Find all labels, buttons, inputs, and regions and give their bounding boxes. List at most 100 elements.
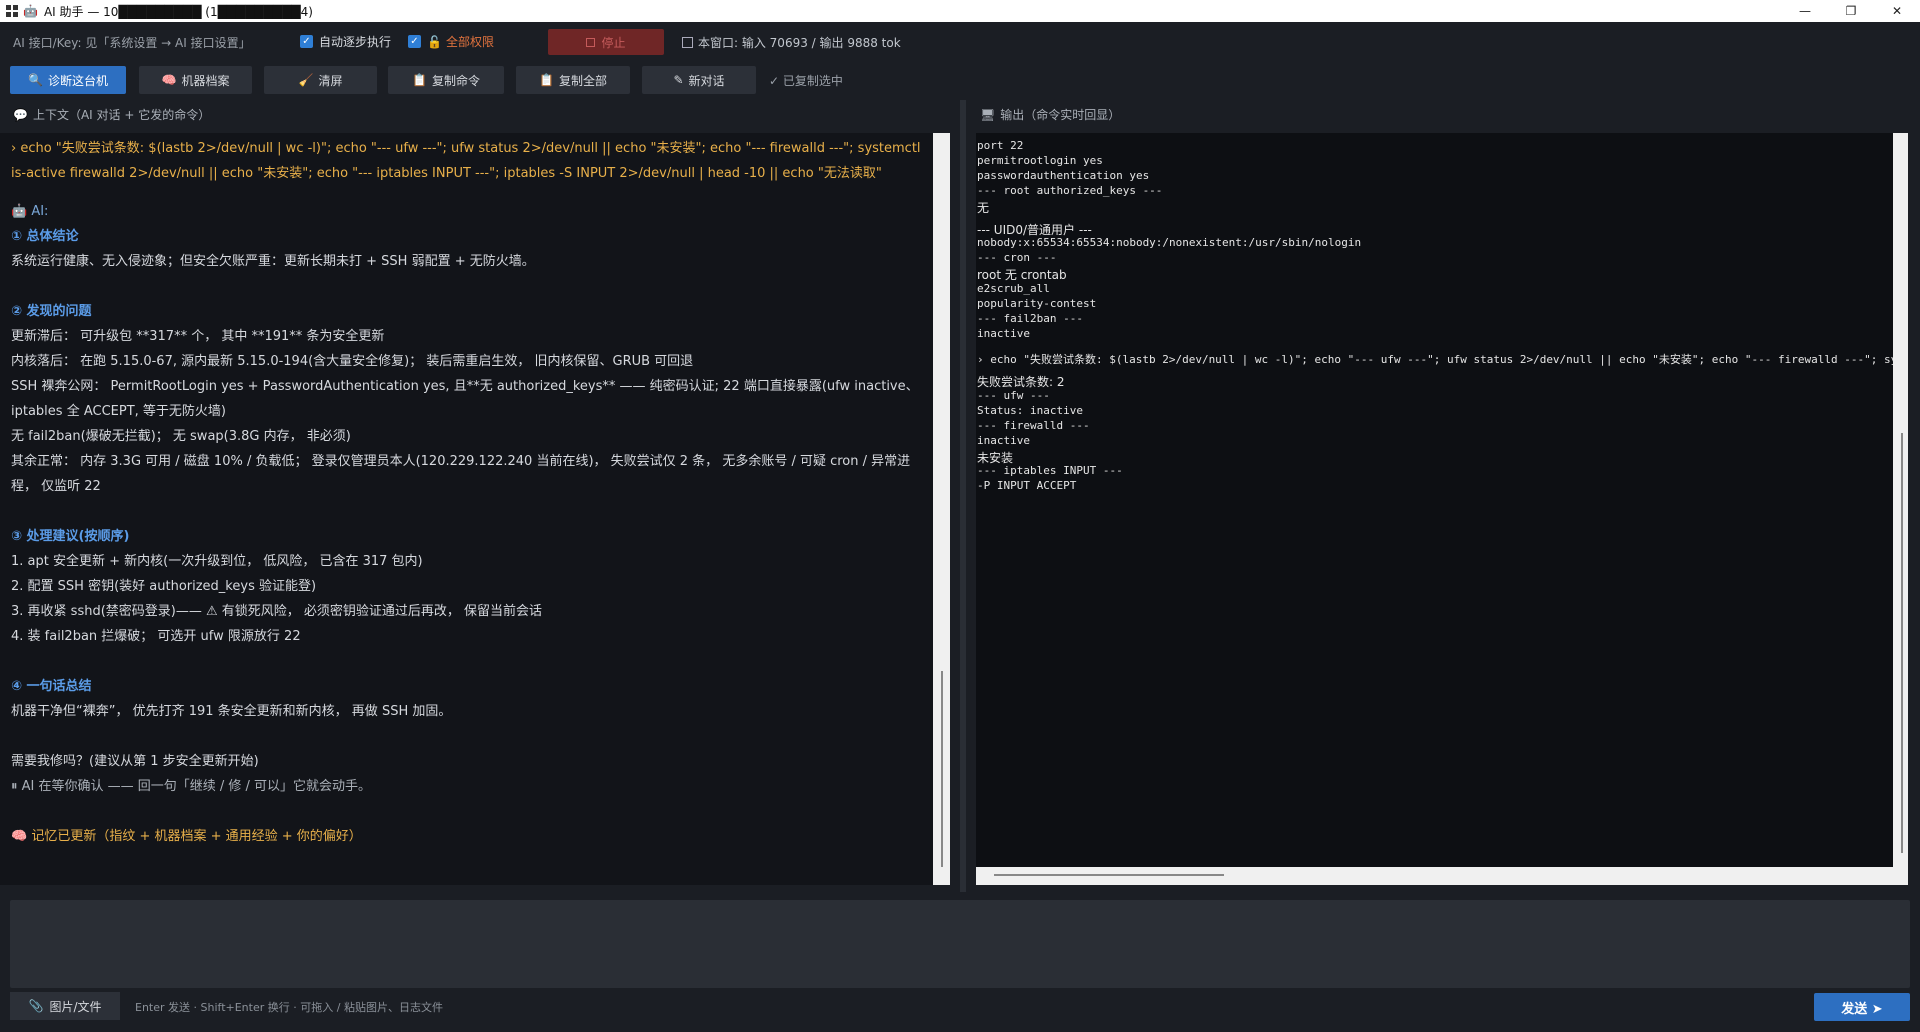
terminal-line: 失败尝试条数: 2 [977, 375, 1065, 389]
message-text: 需要我修吗？(建议从第 1 步安全更新开始) [11, 754, 259, 769]
context-header-text: 上下文（AI 对话 + 它发的命令） [32, 108, 211, 122]
section-heading: ③ 处理建议(按顺序) [11, 529, 130, 544]
output-horizontal-scrollbar[interactable] [976, 867, 1893, 885]
bottom-bar: 📎 图片/文件 Enter 发送 · Shift+Enter 换行 · 可拖入 … [0, 990, 1920, 1021]
stop-button[interactable]: 停止 [548, 29, 664, 55]
terminal-line: Status: inactive [977, 404, 1083, 417]
window-title: AI 助手 — 10█████████ (1█████████4) [43, 4, 313, 19]
terminal-line: inactive [977, 434, 1030, 447]
message-text: 无 fail2ban(爆破无拦截)； 无 swap(3.8G 内存， 非必须) [11, 429, 351, 444]
diagnose-button[interactable]: 🔍 诊断这台机 [10, 66, 126, 94]
terminal-line: inactive [977, 327, 1030, 340]
broom-icon: 🧹 [298, 73, 314, 87]
api-key-hint: AI 接口/Key: 见「系统设置 → AI 接口设置」 [13, 36, 251, 50]
section-heading: ④ 一句话总结 [11, 679, 92, 694]
diagnose-label: 诊断这台机 [47, 73, 108, 88]
checkmark-icon: ✓ [300, 35, 313, 48]
copied-status: ✓ 已复制选中 [769, 74, 843, 88]
terminal-line: port 22 [977, 139, 1024, 152]
message-text: 机器干净但“裸奔”， 优先打齐 191 条安全更新和新内核， 再做 SSH 加固… [11, 704, 452, 719]
close-button[interactable]: ✕ [1874, 0, 1920, 22]
machine-profile-button[interactable]: 🧠 机器档案 [139, 66, 252, 94]
minimize-button[interactable]: — [1782, 0, 1828, 22]
conversation-content: › echo "失败尝试条数: $(lastb 2>/dev/null | wc… [11, 136, 931, 849]
scrollbar-thumb[interactable] [941, 671, 943, 867]
full-permission-checkbox[interactable]: ✓ 🔓 全部权限 [408, 33, 494, 50]
conversation-panel[interactable]: › echo "失败尝试条数: $(lastb 2>/dev/null | wc… [0, 133, 950, 885]
message-input[interactable] [10, 900, 1910, 988]
machine-profile-label: 机器档案 [181, 73, 230, 88]
conversation-scrollbar[interactable] [933, 133, 950, 885]
copy-all-button[interactable]: 📋 复制全部 [516, 66, 630, 94]
terminal-line: root 无 crontab [977, 268, 1067, 282]
attach-file-button[interactable]: 📎 图片/文件 [10, 992, 120, 1020]
terminal-line: --- firewalld --- [977, 419, 1090, 432]
terminal-line: --- ufw --- [977, 389, 1050, 402]
toolbar: 🔍 诊断这台机 🧠 机器档案 🧹 清屏 📋 复制命令 📋 复制全部 ✎ 新对话 … [0, 66, 1920, 94]
terminal-line: -P INPUT ACCEPT [977, 479, 1077, 492]
maximize-button[interactable]: ❐ [1828, 0, 1874, 22]
scrollbar-thumb[interactable] [1901, 433, 1903, 853]
ai-label: 🤖 AI: [11, 204, 49, 219]
terminal-line: --- cron --- [977, 251, 1057, 264]
unlock-icon: 🔓 [427, 34, 442, 49]
output-header-text: 输出（命令实时回显） [1000, 108, 1121, 122]
title-bar: 🤖 AI 助手 — 10█████████ (1█████████4) — ❐ … [0, 0, 1920, 22]
copy-command-label: 复制命令 [431, 73, 480, 88]
auto-step-checkbox[interactable]: ✓ 自动逐步执行 [300, 33, 391, 50]
message-text: SSH 裸奔公网： PermitRootLogin yes + Password… [11, 379, 919, 419]
section-heading: ② 发现的问题 [11, 304, 92, 319]
terminal-line: e2scrub_all [977, 282, 1050, 295]
clipboard-icon: 📋 [412, 73, 427, 87]
terminal-output[interactable]: port 22 permitrootlogin yes passwordauthen… [976, 133, 1893, 867]
brain-icon: 🧠 [161, 73, 177, 87]
input-hint: Enter 发送 · Shift+Enter 换行 · 可拖入 / 粘贴图片、日… [135, 1001, 443, 1014]
message-text: 其余正常： 内存 3.3G 可用 / 磁盘 10% / 负载低； 登录仅管理员本… [11, 454, 911, 494]
stop-label: 停止 [601, 35, 626, 50]
memory-updated-note: 🧠 记忆已更新（指纹 + 机器档案 + 通用经验 + 你的偏好） [11, 829, 362, 844]
app-grid-icon [5, 4, 19, 18]
send-button[interactable]: 发送 ➤ [1814, 993, 1910, 1021]
copy-all-label: 复制全部 [558, 73, 607, 88]
message-text: 1. apt 安全更新 + 新内核(一次升级到位， 低风险， 已含在 317 包… [11, 554, 423, 569]
section-heading: ① 总体结论 [11, 229, 79, 244]
new-chat-button[interactable]: ✎ 新对话 [642, 66, 756, 94]
terminal-line: nobody:x:65534:65534:nobody:/nonexistent… [977, 236, 1362, 249]
message-text: 4. 装 fail2ban 拦爆破； 可选开 ufw 限源放行 22 [11, 629, 301, 644]
clear-screen-button[interactable]: 🧹 清屏 [264, 66, 377, 94]
monitor-icon: 🖥 [980, 107, 996, 122]
token-usage-text: 本窗口: 输入 70693 / 输出 9888 tok [698, 36, 901, 50]
issued-command: › echo "失败尝试条数: $(lastb 2>/dev/null | wc… [11, 141, 921, 181]
terminal-line: --- fail2ban --- [977, 312, 1083, 325]
terminal-line: › echo "失败尝试条数: $(lastb 2>/dev/null | wc… [977, 353, 1893, 366]
message-text: 内核落后： 在跑 5.15.0-67, 源内最新 5.15.0-194(含大量安… [11, 354, 694, 369]
status-row: AI 接口/Key: 见「系统设置 → AI 接口设置」 ✓ 自动逐步执行 ✓ … [0, 22, 1920, 62]
pen-icon: ✎ [673, 73, 684, 87]
terminal-line: 无 [977, 201, 990, 215]
message-text: 更新滞后： 可升级包 **317** 个， 其中 **191** 条为安全更新 [11, 329, 385, 344]
waiting-status: ⏸ AI 在等你确认 —— 回一句「继续 / 修 / 可以」它就会动手。 [11, 779, 372, 794]
full-permission-label: 全部权限 [445, 35, 494, 49]
panel-splitter[interactable] [960, 100, 966, 892]
context-panel-header: 💬 上下文（AI 对话 + 它发的命令） [13, 106, 210, 123]
clipboard-icon: 📋 [539, 73, 554, 87]
scrollbar-thumb[interactable] [994, 874, 1224, 876]
terminal-line: popularity-contest [977, 297, 1097, 310]
auto-step-label: 自动逐步执行 [319, 35, 392, 49]
token-usage: 本窗口: 输入 70693 / 输出 9888 tok [682, 34, 901, 51]
message-text: 3. 再收紧 sshd(禁密码登录)—— ⚠ 有锁死风险， 必须密钥验证通过后再… [11, 604, 543, 619]
stop-square-icon [586, 37, 596, 47]
terminal-line: permitrootlogin yes [977, 154, 1103, 167]
clear-label: 清屏 [318, 73, 343, 88]
message-text: 2. 配置 SSH 密钥(装好 authorized_keys 验证能登) [11, 579, 317, 594]
copy-command-button[interactable]: 📋 复制命令 [388, 66, 504, 94]
attach-label: 图片/文件 [49, 999, 102, 1014]
message-text: 系统运行健康、无入侵迹象；但安全欠账严重：更新长期未打 + SSH 弱配置 + … [11, 254, 535, 269]
terminal-line: passwordauthentication yes [977, 169, 1150, 182]
output-panel-header: 🖥 输出（命令实时回显） [980, 106, 1120, 123]
speech-bubble-icon: 💬 [13, 107, 28, 122]
terminal-line: --- root authorized_keys --- [977, 184, 1163, 197]
output-panel: port 22 permitrootlogin yes passwordauthen… [976, 133, 1908, 885]
checkmark-icon: ✓ [408, 35, 421, 48]
new-chat-label: 新对话 [688, 73, 725, 88]
